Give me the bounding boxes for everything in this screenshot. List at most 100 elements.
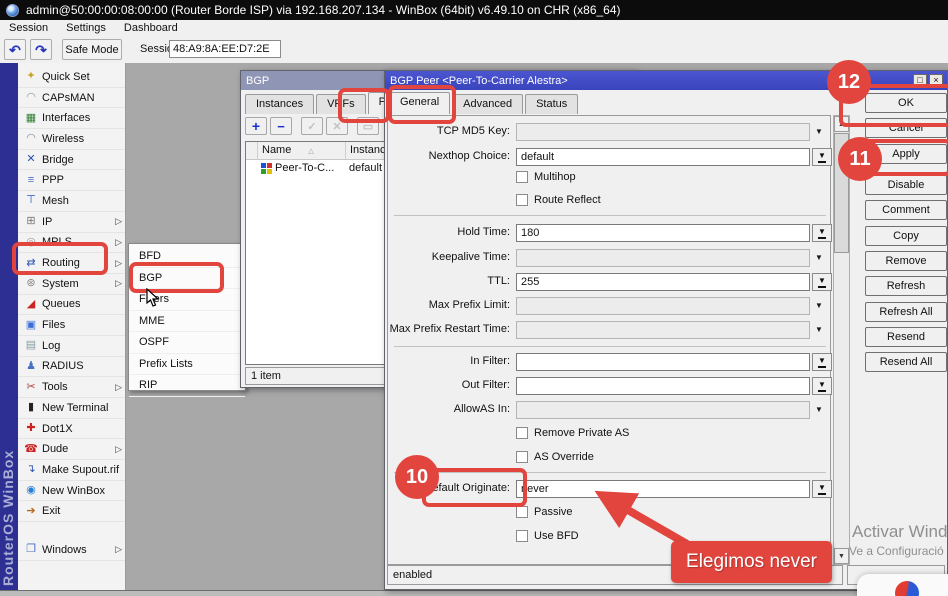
submenu-item-rip[interactable]: RIP — [129, 375, 245, 397]
submenu-item-ospf[interactable]: OSPF — [129, 332, 245, 354]
allowas-in-field[interactable] — [516, 401, 810, 419]
max-prefix-limit-label: Max Prefix Limit: — [388, 299, 510, 311]
resend-button[interactable]: Resend — [865, 327, 947, 347]
menu-dashboard[interactable]: Dashboard — [115, 20, 187, 37]
ttl-dropdown-button[interactable]: ▼ — [812, 273, 832, 291]
max-prefix-restart-dropdown-icon[interactable]: ▼ — [815, 326, 823, 334]
safe-mode-button[interactable]: Safe Mode — [62, 39, 122, 60]
corner-popup[interactable] — [857, 574, 948, 596]
sidebar-item-dude[interactable]: ☎ Dude ▷ — [18, 439, 125, 460]
annotation-box-peers-tab — [338, 88, 390, 123]
sidebar-item-tools[interactable]: ✂ Tools ▷ — [18, 377, 125, 398]
sidebar-item-log[interactable]: ▤ Log — [18, 336, 125, 357]
column-name[interactable]: Name △ — [258, 142, 346, 159]
form-scrollbar[interactable]: ▲ ▼ — [833, 115, 850, 565]
remove-private-as-checkbox[interactable] — [516, 427, 528, 439]
menu-session[interactable]: Session — [0, 20, 57, 37]
watermark-line1: Activar Wind — [852, 522, 947, 542]
tcp-md5-key-dropdown-icon[interactable]: ▼ — [815, 128, 823, 136]
menu-settings[interactable]: Settings — [57, 20, 115, 37]
add-button[interactable]: + — [245, 117, 267, 135]
sidebar-item-capsman[interactable]: ◠ CAPsMAN — [18, 88, 125, 109]
new-terminal-icon: ▮ — [23, 402, 39, 413]
hold-time-field[interactable]: 180 — [516, 224, 810, 242]
max-prefix-limit-field[interactable] — [516, 297, 810, 315]
use-bfd-checkbox[interactable] — [516, 530, 528, 542]
undo-button[interactable]: ↶ — [4, 39, 26, 60]
scroll-down-button[interactable]: ▼ — [834, 548, 849, 564]
in-filter-dropdown-button[interactable]: ▼ — [812, 353, 832, 371]
refresh-all-button[interactable]: Refresh All — [865, 302, 947, 322]
sidebar-item-new-winbox[interactable]: ◉ New WinBox — [18, 481, 125, 502]
sidebar-item-bridge[interactable]: ✕ Bridge — [18, 150, 125, 171]
refresh-button[interactable]: Refresh — [865, 276, 947, 296]
column-name-label: Name — [262, 144, 291, 156]
sidebar-spacer — [18, 522, 125, 540]
undo-icon: ↶ — [9, 43, 21, 57]
out-filter-dropdown-button[interactable]: ▼ — [812, 377, 832, 395]
sidebar-item-new-terminal[interactable]: ▮ New Terminal — [18, 398, 125, 419]
sidebar-item-system[interactable]: ⊛ System ▷ — [18, 274, 125, 295]
submenu-item-prefix-lists[interactable]: Prefix Lists — [129, 354, 245, 376]
remove-item-button[interactable]: − — [270, 117, 292, 135]
max-prefix-restart-field[interactable] — [516, 321, 810, 339]
as-override-label: AS Override — [534, 451, 594, 463]
sidebar-item-label: Dot1X — [42, 423, 73, 435]
copy-button[interactable]: Copy — [865, 226, 947, 246]
keepalive-time-field[interactable] — [516, 249, 810, 267]
sidebar-item-wireless[interactable]: ◠ Wireless — [18, 129, 125, 150]
remove-button[interactable]: Remove — [865, 251, 947, 271]
sidebar-item-exit[interactable]: ➔ Exit — [18, 501, 125, 522]
tcp-md5-key-field[interactable] — [516, 123, 810, 141]
out-filter-label: Out Filter: — [388, 379, 510, 391]
winbox-logo-icon — [6, 4, 19, 17]
corner-logo-icon — [895, 581, 919, 596]
sidebar-item-label: Bridge — [42, 154, 74, 166]
window-titlebar[interactable]: admin@50:00:00:08:00:00 (Router Borde IS… — [0, 0, 948, 20]
default-originate-dropdown-button[interactable]: ▼ — [812, 480, 832, 498]
tab-advanced[interactable]: Advanced — [452, 94, 523, 114]
redo-button[interactable]: ↷ — [30, 39, 52, 60]
allowas-in-dropdown-icon[interactable]: ▼ — [815, 406, 823, 414]
in-filter-field[interactable] — [516, 353, 810, 371]
nexthop-choice-dropdown-button[interactable]: ▼ — [812, 148, 832, 166]
out-filter-field[interactable] — [516, 377, 810, 395]
sidebar-item-windows[interactable]: ❐ Windows ▷ — [18, 540, 125, 561]
route-reflect-checkbox[interactable] — [516, 194, 528, 206]
sidebar-item-make-supout[interactable]: ↴ Make Supout.rif — [18, 460, 125, 481]
sidebar-item-ip[interactable]: ⊞ IP ▷ — [18, 212, 125, 233]
sidebar-item-interfaces[interactable]: ▦ Interfaces — [18, 108, 125, 129]
submenu-item-mme[interactable]: MME — [129, 311, 245, 333]
comment-button[interactable]: Comment — [865, 200, 947, 220]
passive-checkbox[interactable] — [516, 506, 528, 518]
disable-button[interactable]: Disable — [865, 175, 947, 195]
as-override-checkbox[interactable] — [516, 451, 528, 463]
sidebar-item-mesh[interactable]: ⊤ Mesh — [18, 191, 125, 212]
keepalive-dropdown-icon[interactable]: ▼ — [815, 254, 823, 262]
tab-status[interactable]: Status — [525, 94, 578, 114]
toolbar: ↶ ↷ Safe Mode Session: 48:A9:8A:EE:D7:2E — [0, 37, 948, 64]
in-filter-label: In Filter: — [388, 355, 510, 367]
multihop-checkbox[interactable] — [516, 171, 528, 183]
tools-icon: ✂ — [23, 382, 39, 393]
ttl-field[interactable]: 255 — [516, 273, 810, 291]
sidebar-item-radius[interactable]: ♟ RADIUS — [18, 357, 125, 378]
ttl-label: TTL: — [388, 275, 510, 287]
sidebar-item-ppp[interactable]: ≡ PPP — [18, 170, 125, 191]
bgp-window-title: BGP — [246, 75, 269, 87]
nexthop-choice-field[interactable]: default — [516, 148, 810, 166]
sidebar-item-files[interactable]: ▣ Files — [18, 315, 125, 336]
peer-instance-cell: default — [349, 162, 382, 174]
max-prefix-limit-dropdown-icon[interactable]: ▼ — [815, 302, 823, 310]
sidebar-item-dot1x[interactable]: ✚ Dot1X — [18, 419, 125, 440]
sidebar-item-quick-set[interactable]: ✦ Quick Set — [18, 67, 125, 88]
ppp-icon: ≡ — [23, 175, 39, 186]
tab-instances[interactable]: Instances — [245, 94, 314, 114]
session-field[interactable]: 48:A9:8A:EE:D7:2E — [169, 40, 281, 58]
max-prefix-restart-label: Max Prefix Restart Time: — [388, 323, 510, 335]
resend-all-button[interactable]: Resend All — [865, 352, 947, 372]
sidebar-item-queues[interactable]: ◢ Queues — [18, 295, 125, 316]
hold-time-dropdown-button[interactable]: ▼ — [812, 224, 832, 242]
keepalive-time-label: Keepalive Time: — [388, 251, 510, 263]
enable-button[interactable]: ✓ — [301, 117, 323, 135]
